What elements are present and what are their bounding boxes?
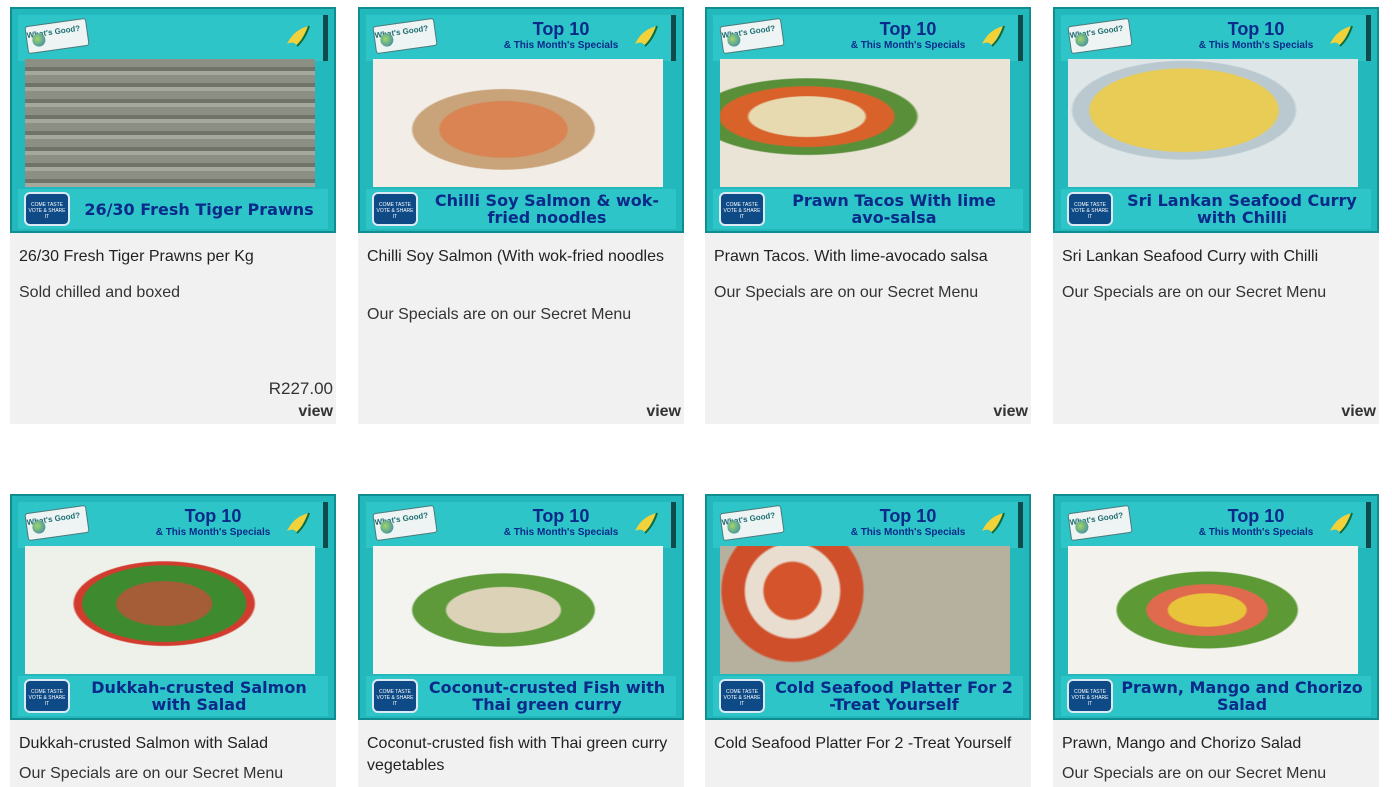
product-subtitle: Our Specials are on our Secret Menu [367, 306, 632, 323]
tile-header: What's Good? [18, 15, 328, 61]
product-name-link[interactable]: 26/30 Fresh Tiger Prawns per Kg [19, 246, 331, 268]
bird-logo-icon [1330, 512, 1353, 534]
product-image-link[interactable]: What's Good? Top 10 & This Month's Speci… [1053, 7, 1379, 233]
product-card[interactable]: What's Good? Top 10 & This Month's Speci… [10, 494, 336, 787]
product-name-link[interactable]: Dukkah-crusted Salmon with Salad [19, 733, 331, 755]
product-subtitle: Our Specials are on our Secret Menu [19, 765, 284, 782]
product-image-link[interactable]: What's Good? Top 10 & This Month's Speci… [358, 7, 684, 233]
whats-good-sign: What's Good? [719, 504, 785, 542]
whats-good-sign: What's Good? [24, 17, 90, 55]
tile-header: What's Good? Top 10 & This Month's Speci… [366, 15, 676, 61]
tile-footer: COME TASTE VOTE & SHARE IT Prawn Tacos W… [713, 189, 1023, 229]
whats-good-sign: What's Good? [1067, 17, 1133, 55]
tile-footer: COME TASTE VOTE & SHARE IT Chilli Soy Sa… [366, 189, 676, 229]
tile-footer: COME TASTE VOTE & SHARE IT 26/30 Fresh T… [18, 189, 328, 229]
product-photo [720, 59, 1010, 187]
tile-header: What's Good? Top 10 & This Month's Speci… [18, 502, 328, 548]
product-name-link[interactable]: Prawn Tacos. With lime-avocado salsa [714, 246, 1026, 268]
tile-title: Sri Lankan Seafood Curry with Chilli [1127, 191, 1357, 227]
product-photo [720, 546, 1010, 674]
product-name-link[interactable]: Sri Lankan Seafood Curry with Chilli [1062, 246, 1374, 268]
product-image-link[interactable]: What's Good? Top 10 & This Month's Speci… [1053, 494, 1379, 720]
come-taste-badge: COME TASTE VOTE & SHARE IT [24, 679, 70, 713]
product-card[interactable]: What's Good? Top 10 & This Month's Speci… [1053, 7, 1379, 424]
product-name-link[interactable]: Prawn, Mango and Chorizo Salad [1062, 733, 1374, 755]
come-taste-badge: COME TASTE VOTE & SHARE IT [719, 192, 765, 226]
product-photo [25, 59, 315, 187]
tile-header: What's Good? Top 10 & This Month's Speci… [713, 502, 1023, 548]
tile-footer: COME TASTE VOTE & SHARE IT Prawn, Mango … [1061, 676, 1371, 716]
product-subtitle: Our Specials are on our Secret Menu [714, 284, 979, 301]
view-link[interactable]: view [1341, 403, 1376, 421]
tile-title: 26/30 Fresh Tiger Prawns [84, 199, 314, 219]
view-link[interactable]: view [646, 403, 681, 421]
tile-title: Prawn, Mango and Chorizo Salad [1121, 678, 1363, 714]
whats-good-sign: What's Good? [24, 504, 90, 542]
tile-footer: COME TASTE VOTE & SHARE IT Coconut-crust… [366, 676, 676, 716]
tile-header: What's Good? Top 10 & This Month's Speci… [366, 502, 676, 548]
product-card[interactable]: What's Good? Top 10 & This Month's Speci… [705, 7, 1031, 424]
product-image-link[interactable]: What's Good? Top 10 & This Month's Speci… [10, 494, 336, 720]
bird-logo-icon [635, 25, 658, 47]
product-card[interactable]: What's Good? Top 10 & This Month's Speci… [358, 494, 684, 787]
product-image-link[interactable]: What's Good? COME TASTE VOTE & SHARE IT … [10, 7, 336, 233]
come-taste-badge: COME TASTE VOTE & SHARE IT [372, 192, 418, 226]
product-photo [373, 546, 663, 674]
tile-title: Coconut-crusted Fish with Thai green cur… [428, 678, 666, 714]
come-taste-badge: COME TASTE VOTE & SHARE IT [719, 679, 765, 713]
product-photo [373, 59, 663, 187]
tile-footer: COME TASTE VOTE & SHARE IT Cold Seafood … [713, 676, 1023, 716]
product-subtitle: Our Specials are on our Secret Menu [1062, 284, 1327, 301]
tile-title: Prawn Tacos With lime avo-salsa [792, 191, 996, 227]
product-name-link[interactable]: Cold Seafood Platter For 2 -Treat Yourse… [714, 733, 1026, 755]
come-taste-badge: COME TASTE VOTE & SHARE IT [1067, 679, 1113, 713]
bird-logo-icon [982, 25, 1005, 47]
whats-good-sign: What's Good? [372, 504, 438, 542]
bird-logo-icon [1330, 25, 1353, 47]
bird-logo-icon [982, 512, 1005, 534]
whats-good-sign: What's Good? [1067, 504, 1133, 542]
product-photo [25, 546, 315, 674]
bird-logo-icon [635, 512, 658, 534]
tile-header: What's Good? Top 10 & This Month's Speci… [1061, 15, 1371, 61]
product-subtitle: Sold chilled and boxed [19, 284, 181, 301]
come-taste-badge: COME TASTE VOTE & SHARE IT [372, 679, 418, 713]
product-card[interactable]: What's Good? Top 10 & This Month's Speci… [1053, 494, 1379, 787]
product-image-link[interactable]: What's Good? Top 10 & This Month's Speci… [705, 7, 1031, 233]
product-name-link[interactable]: Coconut-crusted fish with Thai green cur… [367, 733, 679, 777]
product-photo [1068, 546, 1358, 674]
product-image-link[interactable]: What's Good? Top 10 & This Month's Speci… [705, 494, 1031, 720]
product-card[interactable]: What's Good? Top 10 & This Month's Speci… [705, 494, 1031, 787]
tile-footer: COME TASTE VOTE & SHARE IT Sri Lankan Se… [1061, 189, 1371, 229]
view-link[interactable]: view [993, 403, 1028, 421]
product-name-link[interactable]: Chilli Soy Salmon (With wok-fried noodle… [367, 246, 679, 268]
tile-header: What's Good? Top 10 & This Month's Speci… [1061, 502, 1371, 548]
come-taste-badge: COME TASTE VOTE & SHARE IT [24, 192, 70, 226]
tile-footer: COME TASTE VOTE & SHARE IT Dukkah-cruste… [18, 676, 328, 716]
bird-logo-icon [287, 512, 310, 534]
product-card[interactable]: What's Good? Top 10 & This Month's Speci… [358, 7, 684, 424]
bird-logo-icon [287, 25, 310, 47]
product-price: R227.00 [268, 379, 333, 398]
tile-header: What's Good? Top 10 & This Month's Speci… [713, 15, 1023, 61]
view-link[interactable]: view [298, 403, 333, 421]
product-image-link[interactable]: What's Good? Top 10 & This Month's Speci… [358, 494, 684, 720]
whats-good-sign: What's Good? [719, 17, 785, 55]
tile-title: Chilli Soy Salmon & wok-fried noodles [434, 191, 660, 227]
product-subtitle: Our Specials are on our Secret Menu [1062, 765, 1327, 782]
whats-good-sign: What's Good? [372, 17, 438, 55]
tile-title: Dukkah-crusted Salmon with Salad [91, 678, 307, 714]
product-card[interactable]: What's Good? COME TASTE VOTE & SHARE IT … [10, 7, 336, 424]
come-taste-badge: COME TASTE VOTE & SHARE IT [1067, 192, 1113, 226]
product-photo [1068, 59, 1358, 187]
tile-title: Cold Seafood Platter For 2 -Treat Yourse… [775, 678, 1013, 714]
